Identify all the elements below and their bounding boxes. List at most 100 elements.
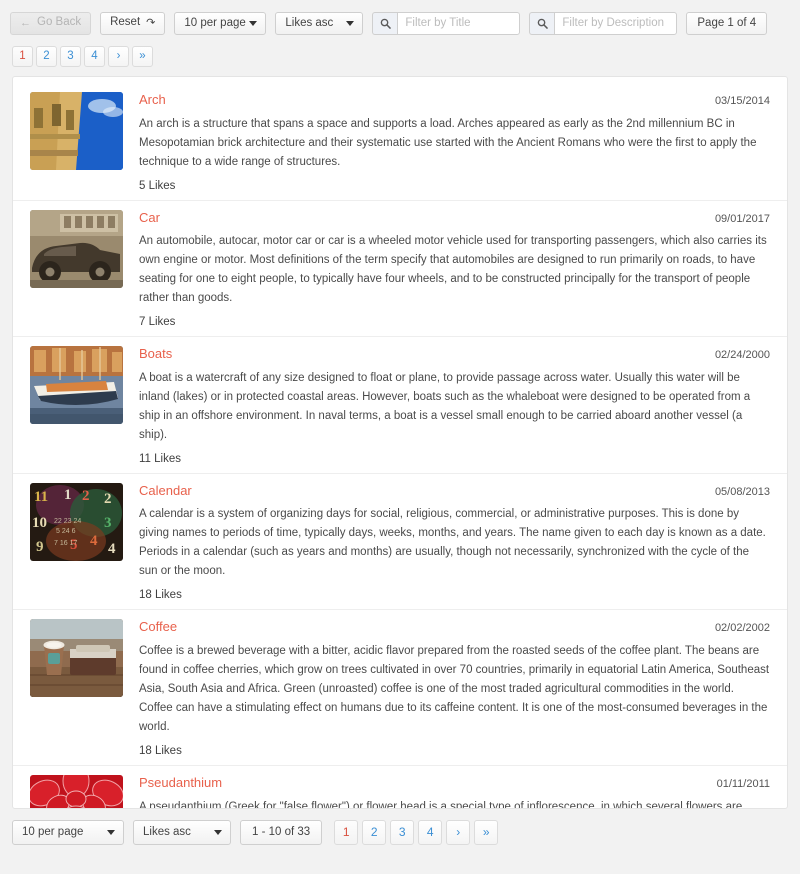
item-body: Pseudanthium 01/11/2011 A pseudanthium (… — [139, 775, 770, 809]
footer-page-button-1[interactable]: 1 — [334, 819, 359, 845]
item-date: 02/24/2000 — [714, 349, 770, 362]
item-body: Coffee 02/02/2002 Coffee is a brewed bev… — [139, 619, 770, 757]
go-back-button[interactable]: ← Go Back — [10, 11, 92, 35]
result-range-label: 1 - 10 of 33 — [240, 819, 323, 845]
bottom-toolbar: 10 per page Likes asc 1 - 10 of 33 1 2 3… — [0, 809, 800, 855]
item-body: Boats 02/24/2000 A boat is a watercraft … — [139, 346, 770, 465]
results-card: Arch 03/15/2014 An arch is a structure t… — [12, 76, 788, 809]
item-thumbnail[interactable] — [30, 346, 123, 425]
item-date: 09/01/2017 — [714, 212, 770, 225]
item-date: 01/11/2011 — [716, 777, 770, 790]
pagination-top: 1 2 3 4 › » — [12, 46, 790, 67]
footer-per-page-value: 10 per page — [22, 826, 84, 838]
item-date: 03/15/2014 — [714, 95, 770, 107]
item-headline: Car 09/01/2017 — [139, 210, 770, 226]
item-likes: 7 Likes — [139, 316, 176, 329]
item-likes: 11 Likes — [139, 452, 181, 465]
chevron-down-icon — [214, 830, 222, 835]
footer-per-page-select[interactable]: 10 per page — [12, 819, 124, 845]
item-title-link[interactable]: Car — [139, 210, 160, 226]
item-body: Car 09/01/2017 An automobile, autocar, m… — [139, 210, 770, 329]
sort-select[interactable]: Likes asc — [275, 11, 364, 35]
list-item: Arch 03/15/2014 An arch is a structure t… — [13, 83, 787, 201]
top-toolbar: ← Go Back Reset ↷ 10 per page Likes asc … — [0, 0, 800, 38]
item-likes: 18 Likes — [139, 744, 182, 757]
item-description: A boat is a watercraft of any size desig… — [139, 371, 751, 441]
item-thumbnail[interactable]: 11 1 2 2 10 3 9 5 4 4 22 23 24 5 24 6 7 … — [30, 482, 123, 561]
redo-arrow-icon: ↷ — [146, 16, 156, 29]
svg-text:2: 2 — [82, 488, 90, 504]
svg-text:9: 9 — [36, 539, 44, 555]
svg-text:10: 10 — [32, 515, 47, 531]
item-likes: 18 Likes — [139, 589, 182, 602]
list-item: Pseudanthium 01/11/2011 A pseudanthium (… — [13, 766, 787, 809]
item-title-link[interactable]: Coffee — [139, 619, 177, 635]
svg-text:7 16 17: 7 16 17 — [54, 540, 77, 547]
svg-text:3: 3 — [104, 515, 112, 531]
chevron-down-icon — [249, 21, 258, 26]
item-body: Arch 03/15/2014 An arch is a structure t… — [139, 92, 770, 192]
svg-text:11: 11 — [34, 489, 48, 505]
per-page-value: 10 per page — [184, 17, 246, 29]
item-description: A pseudanthium (Greek for "false flower"… — [139, 800, 743, 809]
list-item: Coffee 02/02/2002 Coffee is a brewed bev… — [13, 610, 787, 766]
item-title-link[interactable]: Pseudanthium — [139, 775, 222, 791]
chevron-down-icon — [346, 21, 355, 26]
footer-page-button-4[interactable]: 4 — [418, 819, 443, 845]
footer-page-button-2[interactable]: 2 — [362, 819, 387, 845]
svg-text:22 23 24: 22 23 24 — [54, 518, 81, 525]
title-filter-input[interactable] — [397, 11, 521, 35]
svg-text:5 24 6: 5 24 6 — [56, 528, 76, 535]
footer-page-button-3[interactable]: 3 — [390, 819, 415, 845]
item-headline: Boats 02/24/2000 — [139, 346, 770, 362]
page-button-1[interactable]: 1 — [12, 46, 33, 67]
item-thumbnail[interactable] — [30, 92, 123, 170]
item-description: A calendar is a system of organizing day… — [139, 508, 766, 578]
item-description: Coffee is a brewed beverage with a bitte… — [139, 644, 770, 733]
arrow-left-icon: ← — [20, 16, 31, 29]
item-likes: 5 Likes — [139, 179, 176, 192]
reset-button[interactable]: Reset ↷ — [100, 11, 166, 35]
chevron-down-icon — [107, 830, 115, 835]
svg-text:1: 1 — [64, 487, 72, 503]
item-thumbnail[interactable] — [30, 619, 123, 698]
list-item: Car 09/01/2017 An automobile, autocar, m… — [13, 201, 787, 338]
page-button-3[interactable]: 3 — [60, 46, 81, 67]
list-item: Boats 02/24/2000 A boat is a watercraft … — [13, 337, 787, 474]
item-body: Calendar 05/08/2013 A calendar is a syst… — [139, 483, 770, 602]
item-thumbnail[interactable] — [30, 209, 123, 288]
page-button-4[interactable]: 4 — [84, 46, 105, 67]
svg-text:4: 4 — [90, 533, 98, 549]
list-item: 11 1 2 2 10 3 9 5 4 4 22 23 24 5 24 6 7 … — [13, 474, 787, 611]
item-description: An arch is a structure that spans a spac… — [139, 117, 757, 168]
item-thumbnail[interactable] — [30, 774, 123, 808]
next-page-button[interactable]: › — [108, 46, 129, 67]
sort-value: Likes asc — [285, 17, 334, 29]
page-info: Page 1 of 4 — [686, 11, 768, 35]
search-icon — [529, 11, 555, 35]
description-filter-input[interactable] — [554, 11, 678, 35]
footer-sort-select[interactable]: Likes asc — [133, 819, 231, 845]
item-date: 02/02/2002 — [714, 622, 770, 635]
search-icon — [372, 11, 398, 35]
title-filter-group — [372, 11, 521, 35]
svg-text:4: 4 — [108, 541, 116, 557]
reset-label: Reset — [110, 16, 141, 29]
description-filter-group — [529, 11, 678, 35]
pagination-bottom: 1 2 3 4 › » — [334, 819, 499, 845]
last-page-button[interactable]: » — [132, 46, 153, 67]
item-title-link[interactable]: Calendar — [139, 483, 192, 499]
svg-text:2: 2 — [104, 491, 112, 507]
footer-next-page-button[interactable]: › — [446, 819, 471, 845]
page-button-2[interactable]: 2 — [36, 46, 57, 67]
footer-last-page-button[interactable]: » — [474, 819, 499, 845]
item-title-link[interactable]: Boats — [139, 346, 172, 362]
item-title-link[interactable]: Arch — [139, 92, 166, 108]
top-pager: 1 2 3 4 › » — [0, 38, 800, 67]
go-back-label: Go Back — [37, 16, 82, 29]
item-headline: Calendar 05/08/2013 — [139, 483, 770, 499]
footer-sort-value: Likes asc — [143, 826, 191, 838]
item-headline: Pseudanthium 01/11/2011 — [139, 775, 770, 791]
per-page-select[interactable]: 10 per page — [174, 11, 267, 35]
item-headline: Arch 03/15/2014 — [139, 92, 770, 108]
